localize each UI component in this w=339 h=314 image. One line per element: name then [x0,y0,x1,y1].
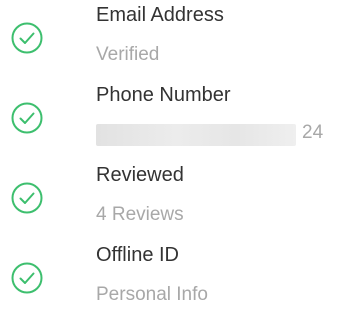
check-circle-icon [10,181,44,215]
reviews-count: 4 Reviews [96,204,184,225]
verification-list: Email Address Verified Phone Number 24 R… [0,0,339,314]
verification-status: Personal Info [96,284,208,305]
verification-status: Verified [96,44,160,65]
verification-title: Email Address [96,4,224,26]
verification-item-phone: Phone Number 24 [0,80,339,158]
check-circle-icon [10,21,44,55]
verification-title: Offline ID [96,244,179,266]
verification-item-reviewed: Reviewed 4 Reviews [0,160,339,238]
check-circle-icon [10,261,44,295]
verification-item-email: Email Address Verified [0,0,339,78]
verification-item-offline-id: Offline ID Personal Info [0,240,339,314]
masked-phone-number [96,124,296,146]
verification-title: Reviewed [96,164,184,186]
check-circle-icon [10,101,44,135]
verification-title: Phone Number [96,84,231,106]
phone-number-suffix: 24 [302,122,324,143]
